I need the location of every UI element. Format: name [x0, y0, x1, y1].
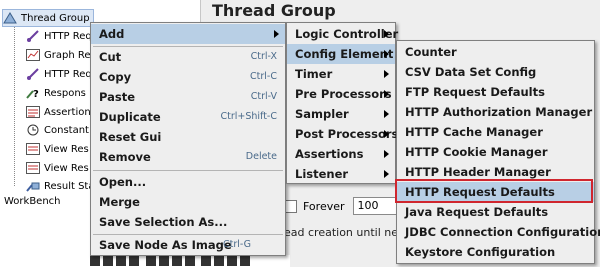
submenu-arrow-icon	[384, 110, 389, 118]
menu-item-http-authorization-manager[interactable]: HTTP Authorization Manager	[397, 102, 594, 122]
tree-node-label: Respons	[44, 88, 86, 99]
submenu-arrow-icon	[384, 170, 389, 178]
shortcut-label: Ctrl-X	[250, 51, 277, 62]
tree-node-label: HTTP Req	[44, 31, 92, 42]
submenu-arrow-icon	[384, 70, 389, 78]
submenu-arrow-icon	[384, 30, 389, 38]
tree-node-label: Thread Group	[21, 13, 90, 24]
loop-count-input[interactable]: 100	[352, 197, 397, 215]
menu-item-java-request-defaults[interactable]: Java Request Defaults	[397, 202, 594, 222]
menu-item-open[interactable]: Open...	[91, 172, 285, 192]
tree-node-constant-timer[interactable]: Constant	[26, 122, 89, 140]
timer-icon	[26, 124, 40, 136]
menu-item-csv-data-set-config[interactable]: CSV Data Set Config	[397, 62, 594, 82]
tree-node-http-request-2[interactable]: HTTP Req	[26, 66, 92, 84]
menu-item-add[interactable]: Add	[91, 24, 285, 44]
shortcut-label: Ctrl-C	[250, 71, 277, 82]
add-submenu: Logic Controller Config Element Timer Pr…	[286, 22, 398, 184]
tree-node-label: View Res	[44, 163, 89, 174]
menu-item-remove[interactable]: Remove Delete	[91, 147, 285, 167]
shortcut-label: Delete	[245, 151, 277, 162]
menu-item-post-processors[interactable]: Post Processors	[287, 124, 398, 144]
menu-item-copy[interactable]: Copy Ctrl-C	[91, 67, 285, 87]
tree-node-label: HTTP Req	[44, 69, 92, 80]
menu-item-save-selection[interactable]: Save Selection As...	[91, 212, 285, 232]
highlight-annotation-box	[395, 179, 593, 203]
tree-node-label: WorkBench	[4, 196, 61, 207]
listener-icon	[26, 106, 40, 118]
menu-item-ftp-request-defaults[interactable]: FTP Request Defaults	[397, 82, 594, 102]
loop-count-row: Forever 100	[284, 197, 397, 215]
listener-icon	[26, 143, 40, 155]
tree-node-workbench[interactable]: WorkBench	[4, 193, 61, 211]
menu-item-duplicate[interactable]: Duplicate Ctrl+Shift-C	[91, 107, 285, 127]
submenu-arrow-icon	[274, 30, 279, 38]
menu-item-timer[interactable]: Timer	[287, 64, 395, 84]
context-menu: Add Cut Ctrl-X Copy Ctrl-C Paste Ctrl-V …	[90, 22, 286, 256]
menu-item-cut[interactable]: Cut Ctrl-X	[91, 47, 285, 67]
tree-node-label: Constant	[44, 125, 89, 136]
listener-icon	[26, 180, 40, 192]
tree-node-view-results-1[interactable]: View Res	[26, 141, 89, 159]
sampler-icon	[26, 68, 40, 80]
tree-node-label: View Res	[44, 144, 89, 155]
tree-node-label: Result Sta	[44, 181, 95, 192]
menu-item-pre-processors[interactable]: Pre Processors	[287, 84, 395, 104]
config-element-submenu: Counter CSV Data Set Config FTP Request …	[396, 40, 600, 264]
thread-creation-label: ead creation until ne	[284, 226, 398, 239]
menu-item-reset-gui[interactable]: Reset Gui	[91, 127, 285, 147]
assertion-icon: ?	[26, 87, 40, 100]
test-plan-tree: Thread Group HTTP Req Graph Re HTTP Req …	[0, 0, 95, 267]
submenu-arrow-icon	[384, 130, 389, 138]
forever-label: Forever	[303, 199, 345, 213]
tree-node-label: Graph Re	[44, 50, 91, 61]
thread-group-icon	[3, 12, 17, 24]
tree-node-assertion-results[interactable]: Assertion	[26, 104, 91, 122]
tree-connector-line	[14, 16, 15, 186]
tree-node-graph-results[interactable]: Graph Re	[26, 47, 91, 65]
tree-node-label: Assertion	[44, 107, 91, 118]
menu-item-assertions[interactable]: Assertions	[287, 144, 395, 164]
tree-node-view-results-2[interactable]: View Res	[26, 160, 89, 178]
listener-icon	[26, 49, 40, 61]
toolbar-strip	[90, 255, 290, 267]
listener-icon	[26, 162, 40, 174]
menu-item-keystore-configuration[interactable]: Keystore Configuration	[397, 242, 594, 262]
menu-item-merge[interactable]: Merge	[91, 192, 285, 212]
menu-item-listener[interactable]: Listener	[287, 164, 395, 184]
shortcut-label: Ctrl-V	[250, 91, 277, 102]
menu-item-paste[interactable]: Paste Ctrl-V	[91, 87, 285, 107]
submenu-arrow-icon	[384, 90, 389, 98]
menu-item-http-cookie-manager[interactable]: HTTP Cookie Manager	[397, 142, 594, 162]
svg-text:?: ?	[33, 89, 39, 99]
menu-item-config-element[interactable]: Config Element	[287, 44, 395, 64]
shortcut-label: Ctrl+Shift-C	[220, 111, 277, 122]
panel-title: Thread Group	[212, 1, 336, 20]
sampler-icon	[26, 30, 40, 42]
tree-node-response-assertion[interactable]: ? Respons	[26, 85, 86, 103]
menu-item-jdbc-connection-configuration[interactable]: JDBC Connection Configuration	[397, 222, 600, 242]
menu-item-http-cache-manager[interactable]: HTTP Cache Manager	[397, 122, 594, 142]
menu-item-logic-controller[interactable]: Logic Controller	[287, 24, 398, 44]
menu-item-save-node-image[interactable]: Save Node As Image Ctrl-G	[91, 235, 285, 255]
tree-node-http-request-1[interactable]: HTTP Req	[26, 28, 92, 46]
menu-item-counter[interactable]: Counter	[397, 42, 594, 62]
submenu-arrow-icon	[384, 150, 389, 158]
submenu-arrow-icon	[384, 50, 389, 58]
tree-node-thread-group[interactable]: Thread Group	[2, 9, 94, 27]
menu-item-sampler[interactable]: Sampler	[287, 104, 395, 124]
shortcut-label: Ctrl-G	[223, 239, 252, 250]
